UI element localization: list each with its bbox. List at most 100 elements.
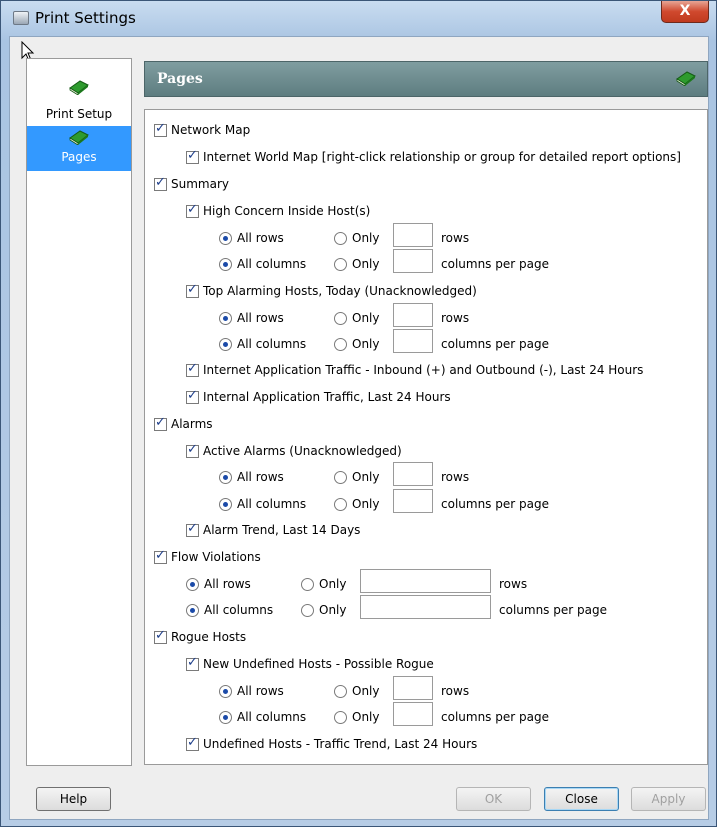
columns-count-input[interactable]	[393, 329, 433, 353]
radio-button[interactable]	[219, 710, 232, 724]
all-columns-radio[interactable]: All columns	[219, 335, 306, 353]
radio-button[interactable]	[301, 577, 314, 591]
columns-unit-label: columns per page	[441, 708, 549, 726]
checkbox-label: Top Alarming Hosts, Today (Unacknowledge…	[203, 284, 477, 298]
radio-button[interactable]	[334, 257, 347, 271]
columns-count-input[interactable]	[393, 702, 433, 726]
checkbox-box[interactable]	[186, 202, 199, 218]
all-rows-radio[interactable]: All rows	[219, 468, 284, 486]
rows-count-input[interactable]	[393, 676, 433, 700]
columns-count-input[interactable]	[360, 595, 491, 619]
radio-button[interactable]	[334, 337, 347, 351]
top-alarming-checkbox[interactable]: Top Alarming Hosts, Today (Unacknowledge…	[186, 282, 477, 300]
network-map-checkbox[interactable]: Network Map	[154, 121, 250, 139]
checkbox-box[interactable]	[154, 628, 167, 644]
checkbox-box[interactable]	[186, 442, 199, 458]
radio-button[interactable]	[334, 311, 347, 325]
radio-button[interactable]	[186, 577, 199, 591]
high-concern-checkbox[interactable]: High Concern Inside Host(s)	[186, 202, 370, 220]
radio-button[interactable]	[219, 257, 232, 271]
radio-button[interactable]	[334, 470, 347, 484]
close-button[interactable]: Close	[544, 787, 619, 811]
checkbox-box[interactable]	[154, 175, 167, 191]
checkbox-box[interactable]	[154, 548, 167, 564]
checkbox-box[interactable]	[186, 282, 199, 298]
internet-world-map-checkbox[interactable]: Internet World Map [right-click relation…	[186, 148, 681, 166]
checkbox-label: Active Alarms (Unacknowledged)	[203, 444, 402, 458]
rows-count-input[interactable]	[393, 462, 433, 486]
only-columns-radio[interactable]: Only	[334, 708, 380, 726]
summary-checkbox[interactable]: Summary	[154, 175, 229, 193]
panel-title: Pages	[157, 71, 203, 87]
unit-text: rows	[441, 311, 470, 325]
only-rows-radio[interactable]: Only	[334, 468, 380, 486]
all-rows-radio[interactable]: All rows	[219, 229, 284, 247]
help-button[interactable]: Help	[36, 787, 111, 811]
radio-button[interactable]	[186, 603, 199, 617]
only-rows-radio[interactable]: Only	[334, 309, 380, 327]
alarm-trend-checkbox[interactable]: Alarm Trend, Last 14 Days	[186, 521, 360, 539]
checkbox-box[interactable]	[186, 388, 199, 404]
checkbox-box[interactable]	[186, 655, 199, 671]
only-columns-radio[interactable]: Only	[334, 335, 380, 353]
radio-button[interactable]	[334, 231, 347, 245]
rogue-hosts-checkbox[interactable]: Rogue Hosts	[154, 628, 246, 646]
all-columns-radio[interactable]: All columns	[219, 708, 306, 726]
radio-button[interactable]	[219, 337, 232, 351]
only-columns-radio[interactable]: Only	[334, 495, 380, 513]
window-title: Print Settings	[35, 9, 136, 27]
radio-button[interactable]	[219, 311, 232, 325]
all-rows-radio[interactable]: All rows	[186, 575, 251, 593]
all-rows-radio[interactable]: All rows	[219, 309, 284, 327]
radio-button[interactable]	[334, 710, 347, 724]
only-rows-radio[interactable]: Only	[334, 682, 380, 700]
columns-count-input[interactable]	[393, 489, 433, 513]
only-rows-radio[interactable]: Only	[334, 229, 380, 247]
radio-button[interactable]	[219, 497, 232, 511]
radio-button[interactable]	[219, 684, 232, 698]
columns-count-input[interactable]	[393, 249, 433, 273]
all-columns-radio[interactable]: All columns	[219, 495, 306, 513]
checkbox-label: Rogue Hosts	[171, 630, 247, 644]
only-columns-radio[interactable]: Only	[301, 601, 347, 619]
rows-count-input[interactable]	[393, 223, 433, 247]
alarms-checkbox[interactable]: Alarms	[154, 415, 213, 433]
window-close-button[interactable]: X	[661, 1, 709, 23]
all-rows-radio[interactable]: All rows	[219, 682, 284, 700]
nav-item-label: Pages	[61, 150, 97, 164]
checkbox-box[interactable]	[186, 361, 199, 377]
only-columns-radio[interactable]: Only	[334, 255, 380, 273]
radio-button[interactable]	[219, 231, 232, 245]
radio-label: All columns	[237, 710, 307, 724]
checkbox-box[interactable]	[186, 735, 199, 751]
internet-app-traffic-checkbox[interactable]: Internet Application Traffic - Inbound (…	[186, 361, 643, 379]
all-columns-radio[interactable]: All columns	[219, 255, 306, 273]
radio-label: All columns	[237, 497, 307, 511]
nav-item-print-setup[interactable]: Print Setup	[27, 77, 131, 127]
radio-button[interactable]	[334, 497, 347, 511]
undefined-hosts-trend-checkbox[interactable]: Undefined Hosts - Traffic Trend, Last 24…	[186, 735, 477, 753]
active-alarms-checkbox[interactable]: Active Alarms (Unacknowledged)	[186, 442, 402, 460]
checkbox-box[interactable]	[154, 121, 167, 137]
rows-count-input[interactable]	[360, 569, 491, 593]
only-rows-radio[interactable]: Only	[301, 575, 347, 593]
flow-violations-checkbox[interactable]: Flow Violations	[154, 548, 261, 566]
new-undefined-hosts-checkbox[interactable]: New Undefined Hosts - Possible Rogue	[186, 655, 434, 673]
internal-app-traffic-checkbox[interactable]: Internal Application Traffic, Last 24 Ho…	[186, 388, 451, 406]
radio-label: Only	[352, 231, 380, 245]
apply-button[interactable]: Apply	[631, 787, 706, 811]
all-columns-radio[interactable]: All columns	[186, 601, 273, 619]
radio-button[interactable]	[301, 603, 314, 617]
radio-button[interactable]	[219, 470, 232, 484]
rows-unit-label: rows	[441, 229, 469, 247]
checkbox-box[interactable]	[186, 521, 199, 537]
nav-item-pages[interactable]: Pages	[27, 126, 131, 171]
checkbox-label: Undefined Hosts - Traffic Trend, Last 24…	[203, 737, 478, 751]
rows-count-input[interactable]	[393, 303, 433, 327]
radio-label: All rows	[237, 311, 284, 325]
unit-text: columns per page	[441, 337, 549, 351]
checkbox-box[interactable]	[186, 148, 199, 164]
ok-button[interactable]: OK	[456, 787, 531, 811]
radio-button[interactable]	[334, 684, 347, 698]
checkbox-box[interactable]	[154, 415, 167, 431]
